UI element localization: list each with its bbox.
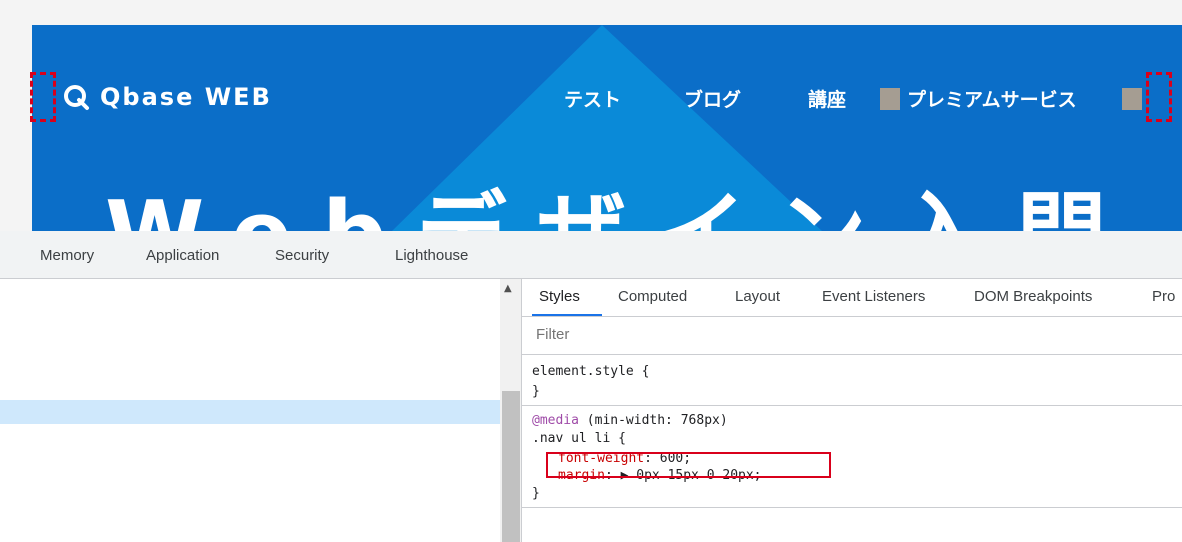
rule-divider <box>522 405 1182 406</box>
element-style-close: } <box>532 384 540 399</box>
tab-computed[interactable]: Computed <box>618 288 687 305</box>
media-query-line: @media (min-width: 768px) <box>532 413 728 428</box>
styles-sidebar: Styles Computed Layout Event Listeners D… <box>522 279 1182 542</box>
scroll-up-arrow-icon[interactable]: ▲ <box>504 283 512 294</box>
tab-dom-breakpoints[interactable]: DOM Breakpoints <box>974 288 1092 305</box>
rule-close: } <box>532 486 540 501</box>
page-preview: Qbase WEB Webデザイン入門 テスト ブログ 講座 プレミアムサービス <box>0 0 1182 231</box>
rule-divider <box>522 507 1182 508</box>
tab-event-listeners[interactable]: Event Listeners <box>822 288 925 305</box>
margin-right-highlight <box>1122 88 1142 110</box>
media-condition: (min-width: 768px) <box>578 413 728 428</box>
tab-properties[interactable]: Pro <box>1152 288 1175 305</box>
element-style-selector: element.style { <box>532 364 650 379</box>
nav-item-test[interactable]: テスト <box>564 85 621 112</box>
margin-left-highlight <box>880 88 900 110</box>
left-margin-annotation <box>30 72 56 122</box>
hero-heading: Webデザイン入門 <box>105 190 1137 232</box>
nav-item-premium[interactable]: プレミアムサービス <box>907 85 1077 112</box>
devtools-top-tabs: Memory Application Security Lighthouse <box>0 231 1182 279</box>
scrollbar-thumb[interactable] <box>502 391 520 542</box>
tab-layout[interactable]: Layout <box>735 288 780 305</box>
selected-dom-node-row[interactable] <box>0 400 500 424</box>
margin-highlight-box <box>546 452 831 478</box>
filter-input[interactable] <box>536 326 936 343</box>
media-keyword[interactable]: @media <box>532 413 579 428</box>
nav-item-blog[interactable]: ブログ <box>684 85 741 112</box>
devtools-panel: Memory Application Security Lighthouse ▲… <box>0 231 1182 542</box>
filter-bar <box>522 317 1182 355</box>
site-nav: テスト ブログ 講座 プレミアムサービス <box>0 83 1182 113</box>
tab-styles[interactable]: Styles <box>539 288 580 305</box>
sidebar-tabs: Styles Computed Layout Event Listeners D… <box>522 279 1182 317</box>
right-margin-annotation <box>1146 72 1172 122</box>
tab-application[interactable]: Application <box>146 247 219 264</box>
active-tab-indicator <box>532 314 602 316</box>
tab-memory[interactable]: Memory <box>40 247 94 264</box>
elements-tree[interactable] <box>0 279 500 542</box>
rule-selector[interactable]: .nav ul li { <box>532 431 626 446</box>
tab-lighthouse[interactable]: Lighthouse <box>395 247 468 264</box>
nav-item-course[interactable]: 講座 <box>808 85 846 112</box>
tab-security[interactable]: Security <box>275 247 329 264</box>
